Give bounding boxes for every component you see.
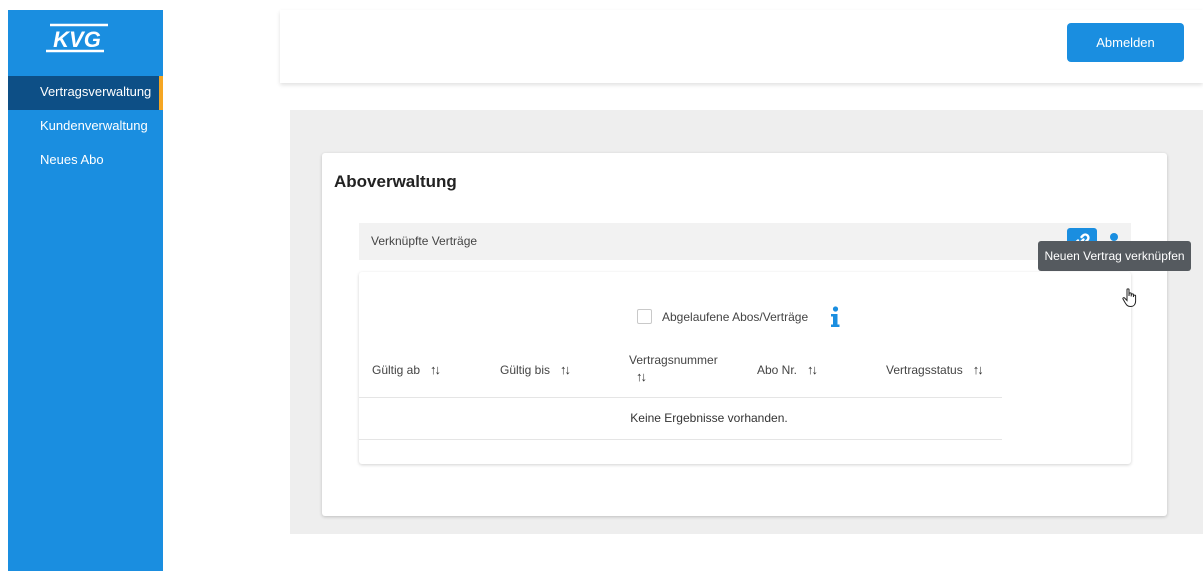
expired-filter-label: Abgelaufene Abos/Verträge [662, 309, 809, 324]
table-divider [359, 397, 1002, 398]
info-icon[interactable] [829, 306, 841, 328]
contracts-table-panel: Abgelaufene Abos/Verträge Gültig ab ↑↓ G… [359, 272, 1131, 464]
logout-button[interactable]: Abmelden [1067, 23, 1184, 62]
page-title: Aboverwaltung [334, 172, 457, 191]
kvg-logo[interactable]: KVG [42, 20, 112, 56]
expired-filter: Abgelaufene Abos/Verträge [637, 309, 808, 324]
column-label: Vertragsstatus [886, 362, 963, 377]
content-area: Aboverwaltung Verknüpfte Verträge Neuen … [290, 110, 1203, 534]
aboverwaltung-card: Aboverwaltung Verknüpfte Verträge Neuen … [322, 153, 1191, 516]
column-header-vertragsstatus[interactable]: Vertragsstatus ↑↓ [886, 362, 984, 377]
top-bar: Abmelden [280, 10, 1203, 83]
hand-cursor-icon [1122, 288, 1137, 308]
sort-icon: ↑↓ [807, 362, 818, 377]
tooltip-link-contract: Neuen Vertrag verknüpfen [1038, 241, 1191, 271]
sidebar-item-vertragsverwaltung[interactable]: Vertragsverwaltung [8, 76, 163, 110]
logo-text: KVG [53, 27, 101, 52]
app-root: KVG Vertragsverwaltung Kundenverwaltung … [0, 0, 1203, 571]
sort-icon: ↑↓ [636, 369, 647, 384]
sort-icon: ↑↓ [972, 362, 984, 377]
column-header-gueltig-bis[interactable]: Gültig bis ↑↓ [500, 362, 571, 377]
linked-contracts-header: Verknüpfte Verträge [359, 223, 1131, 260]
column-header-vertragsnummer[interactable]: Vertragsnummer ↑↓ [629, 353, 718, 384]
column-label: Gültig ab [372, 362, 421, 377]
sidebar: KVG Vertragsverwaltung Kundenverwaltung … [8, 10, 163, 571]
sidebar-item-kundenverwaltung[interactable]: Kundenverwaltung [8, 110, 163, 144]
linked-contracts-label: Verknüpfte Verträge [371, 234, 478, 248]
column-header-abo-nr[interactable]: Abo Nr. ↑↓ [757, 362, 818, 377]
empty-message: Keine Ergebnisse vorhanden. [630, 411, 788, 425]
column-header-gueltig-ab[interactable]: Gültig ab ↑↓ [372, 362, 441, 377]
expired-checkbox[interactable] [637, 309, 652, 324]
sidebar-nav: Vertragsverwaltung Kundenverwaltung Neue… [8, 76, 163, 178]
table-divider [359, 439, 1002, 440]
sort-icon: ↑↓ [430, 362, 441, 377]
column-label: Gültig bis [500, 362, 551, 377]
sort-icon: ↑↓ [560, 362, 571, 377]
column-label: Abo Nr. [757, 362, 798, 377]
sidebar-item-neues-abo[interactable]: Neues Abo [8, 144, 163, 178]
column-label: Vertragsnummer [629, 353, 718, 367]
